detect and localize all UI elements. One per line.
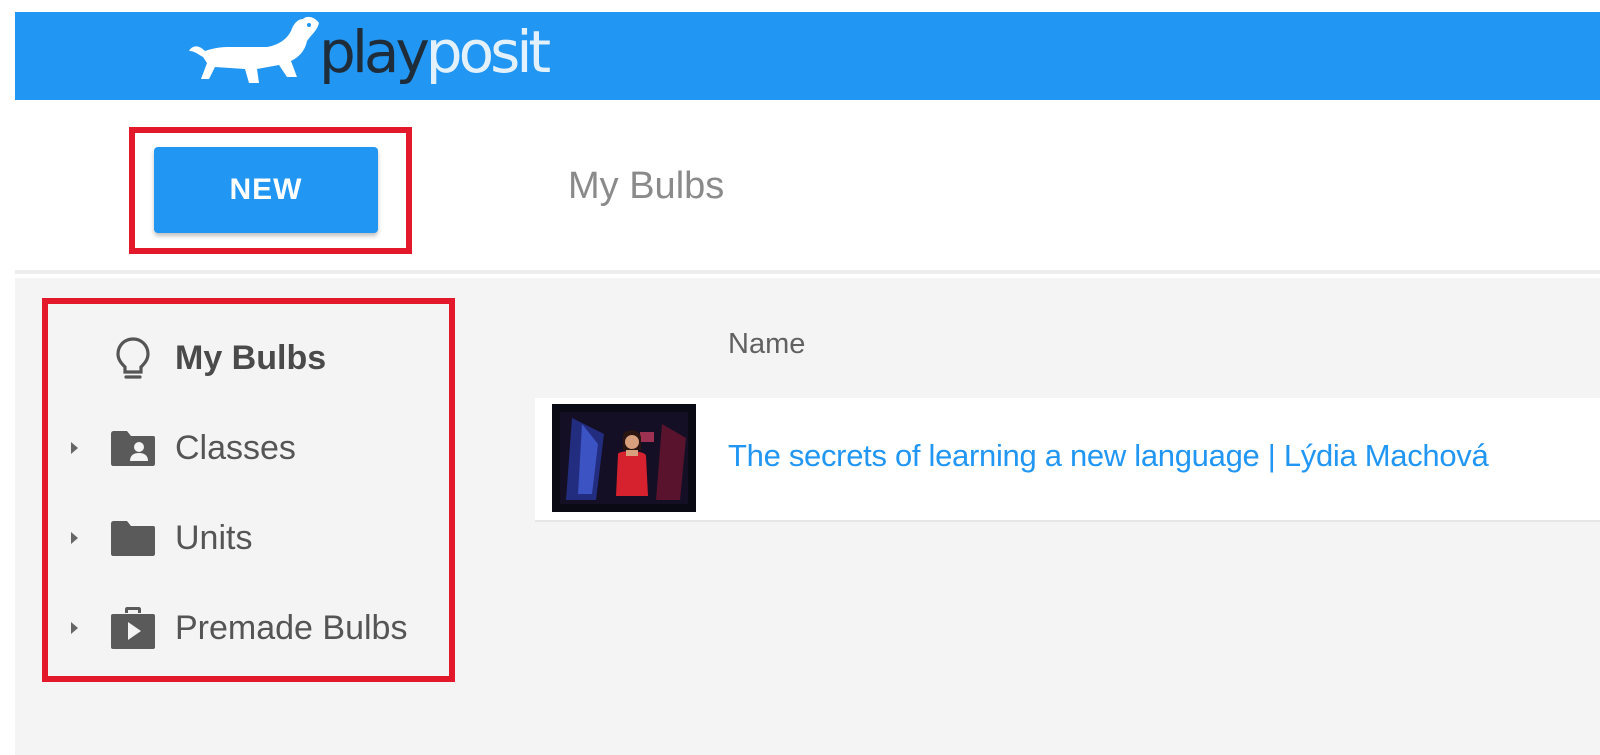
folder-icon [109,514,157,562]
sidebar-item-label: Units [175,518,253,557]
playposit-logo[interactable]: playposit [187,12,551,92]
top-bar: playposit [15,12,1600,100]
video-thumbnail[interactable] [552,404,696,512]
column-header-name[interactable]: Name [728,328,805,361]
sidebar-item-label: Classes [175,428,296,467]
sidebar-item-premade-bulbs[interactable]: Premade Bulbs [65,598,435,658]
expand-caret-icon[interactable] [65,618,85,638]
expand-caret-icon[interactable] [65,438,85,458]
expand-caret-icon[interactable] [65,528,85,548]
page-title: My Bulbs [568,165,725,207]
lightbulb-icon [109,334,157,382]
premade-case-icon [109,604,157,652]
class-folder-icon [109,424,157,472]
header-row: NEW My Bulbs [15,100,1600,274]
sidebar-spacer [65,348,85,368]
main-content: My Bulbs Classes Units Premade Bulbs Nam… [15,278,1600,755]
sidebar-item-label: Premade Bulbs [175,608,408,647]
new-button[interactable]: NEW [154,147,378,233]
sidebar-item-units[interactable]: Units [65,508,435,568]
sidebar-item-label: My Bulbs [175,338,327,377]
sidebar-item-classes[interactable]: Classes [65,418,435,478]
dachshund-logo-icon [189,16,319,84]
table-row[interactable]: The secrets of learning a new language |… [535,398,1600,522]
sidebar-item-my-bulbs[interactable]: My Bulbs [65,328,435,388]
bulb-title-link[interactable]: The secrets of learning a new language |… [728,438,1489,474]
app-window: playposit NEW My Bulbs My Bulbs Classes … [15,12,1600,755]
logo-wordmark: playposit [319,18,551,86]
